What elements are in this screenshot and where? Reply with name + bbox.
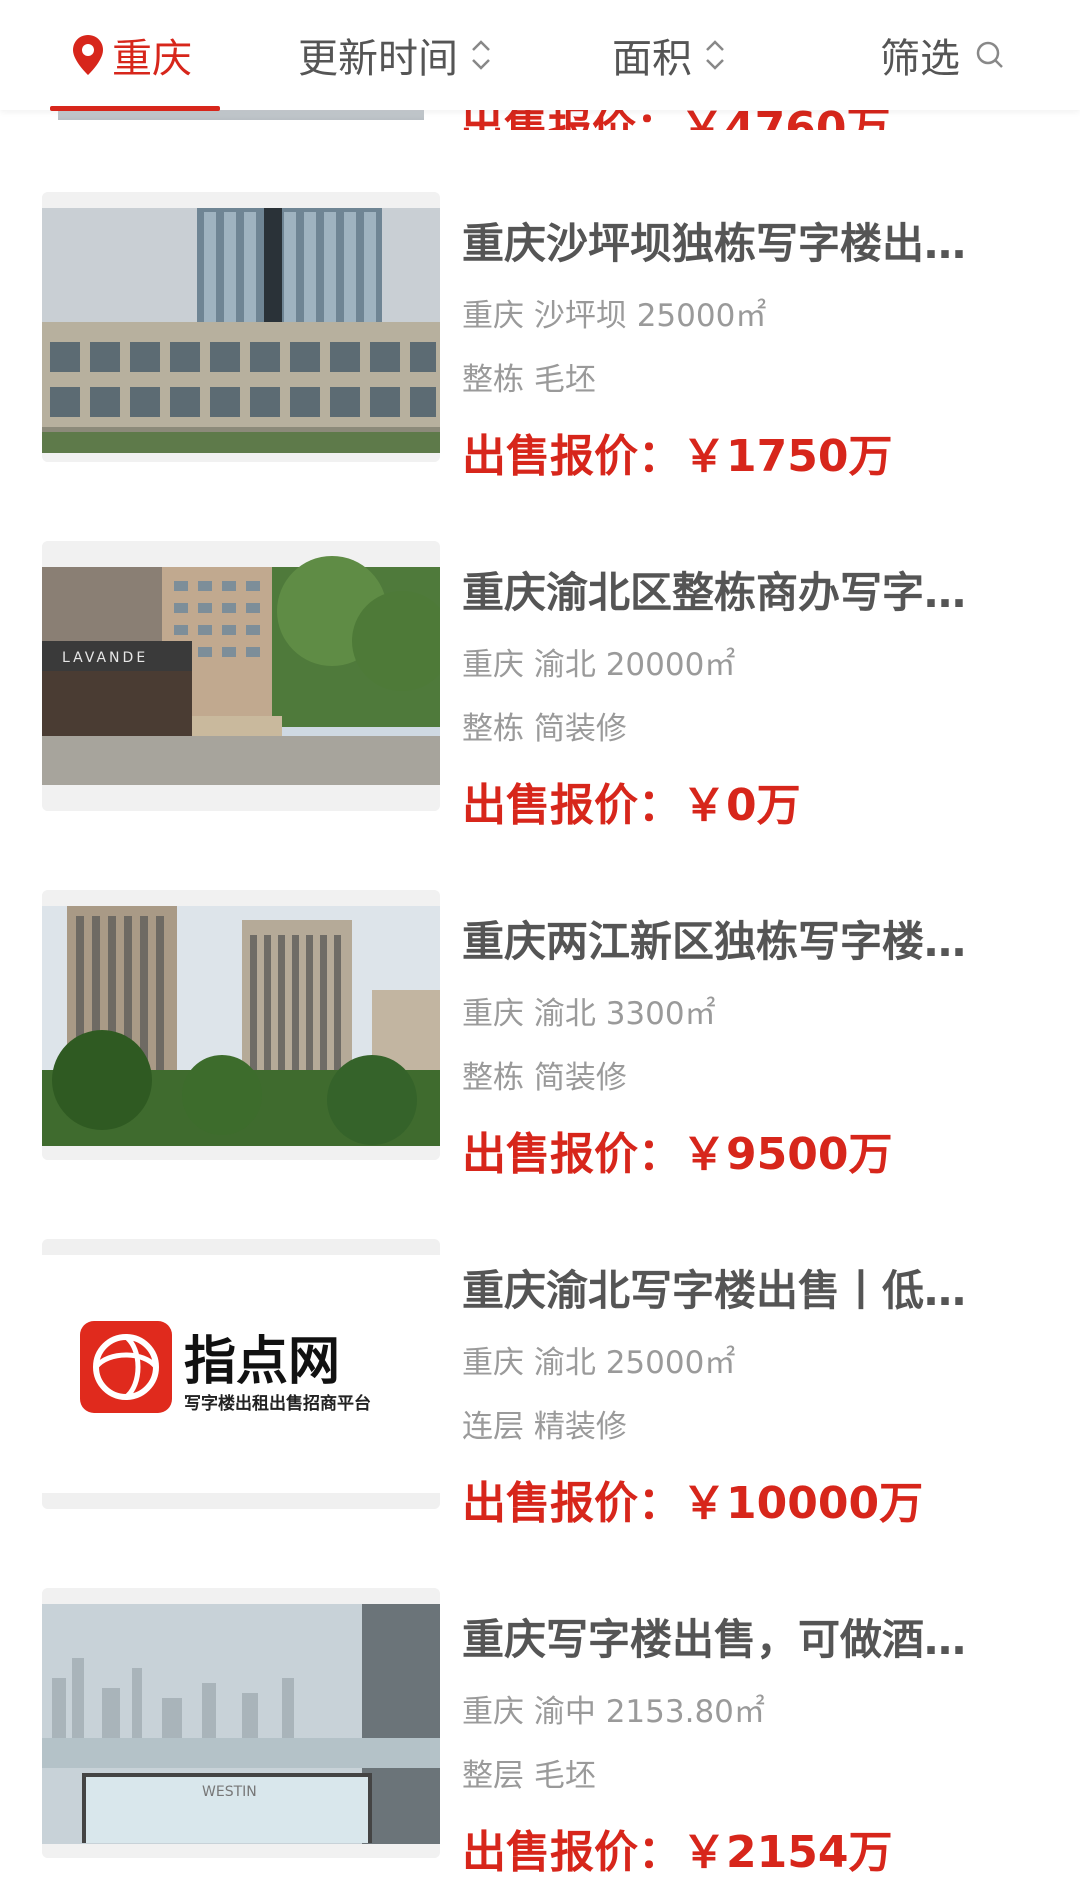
hotel-sign-text: WESTIN: [202, 1784, 257, 1800]
listing-card[interactable]: 重庆沙坪坝独栋写字楼出… 重庆 沙坪坝 25000㎡ 整栋 毛坯 出售报价：￥1…: [0, 192, 1080, 492]
building-photo: LAVANDE: [42, 541, 440, 811]
building-photo: [42, 192, 440, 462]
listing-card[interactable]: 重庆两江新区独栋写字楼… 重庆 渝北 3300㎡ 整栋 简装修 出售报价：￥95…: [0, 890, 1080, 1190]
listing-title[interactable]: 重庆沙坪坝独栋写字楼出…: [462, 210, 1002, 271]
sort-updown-icon: [472, 40, 490, 70]
area-label: 面积: [612, 36, 692, 82]
update-time-sort[interactable]: 更新时间: [298, 0, 492, 110]
listing-title[interactable]: 重庆两江新区独栋写字楼…: [462, 908, 1002, 969]
filter-button[interactable]: 筛选: [880, 0, 1006, 110]
update-time-label: 更新时间: [298, 36, 458, 82]
listing-location: 重庆 渝北 3300㎡: [462, 996, 716, 1032]
listing-type: 连层 精装修: [462, 1409, 627, 1445]
listing-type: 整栋 简装修: [462, 1060, 627, 1096]
listing-price: 出售报价：￥10000万: [462, 1478, 924, 1529]
listing-type: 整层 毛坯: [462, 1758, 596, 1794]
listing-thumbnail[interactable]: [42, 890, 440, 1160]
filter-bar: 重庆 更新时间 面积 筛选: [0, 0, 1080, 111]
listing-location: 重庆 渝中 2153.80㎡: [462, 1694, 765, 1730]
city-label: 重庆: [112, 36, 192, 82]
building-photo: [42, 890, 440, 1160]
listing-thumbnail[interactable]: LAVANDE: [42, 541, 440, 811]
listing-card[interactable]: 指点网 写字楼出租出售招商平台 重庆渝北写字楼出售丨低… 重庆 渝北 25000…: [0, 1239, 1080, 1539]
listing-price: 出售报价：￥0万: [462, 780, 801, 831]
city-view-photo: WESTIN: [42, 1588, 440, 1858]
brand-logo-image: 指点网 写字楼出租出售招商平台: [42, 1239, 440, 1509]
listing-location: 重庆 沙坪坝 25000㎡: [462, 298, 767, 334]
listing-type: 整栋 简装修: [462, 711, 627, 747]
hotel-sign-text: LAVANDE: [62, 650, 148, 666]
area-sort[interactable]: 面积: [612, 0, 726, 110]
active-tab-underline: [50, 106, 220, 111]
listing-price: 出售报价：￥9500万: [462, 1129, 893, 1180]
listing-title[interactable]: 重庆渝北写字楼出售丨低…: [462, 1257, 1002, 1318]
filter-label: 筛选: [880, 36, 960, 82]
listing-type: 整栋 毛坯: [462, 362, 596, 398]
listing-price: 出售报价：￥1750万: [462, 431, 893, 482]
listing-thumbnail[interactable]: [42, 192, 440, 462]
listing-thumbnail[interactable]: WESTIN: [42, 1588, 440, 1858]
city-tab[interactable]: 重庆: [70, 0, 192, 110]
listing-title[interactable]: 重庆写字楼出售，可做酒…: [462, 1606, 1002, 1667]
listing-price: 出售报价：￥2154万: [462, 1827, 893, 1878]
search-icon: [976, 41, 1003, 68]
logo-brand-name: 指点网: [184, 1332, 340, 1392]
listing-card[interactable]: WESTIN 重庆写字楼出售，可做酒… 重庆 渝中 2153.80㎡ 整层 毛坯…: [0, 1588, 1080, 1888]
listing-location: 重庆 渝北 25000㎡: [462, 1345, 736, 1381]
sort-updown-icon: [706, 40, 724, 70]
location-pin-icon: [73, 35, 103, 75]
listing-location: 重庆 渝北 20000㎡: [462, 647, 736, 683]
listing-thumbnail[interactable]: 指点网 写字楼出租出售招商平台: [42, 1239, 440, 1509]
logo-tagline: 写字楼出租出售招商平台: [184, 1393, 371, 1414]
listing-title[interactable]: 重庆渝北区整栋商办写字…: [462, 559, 1002, 620]
listing-card[interactable]: LAVANDE 重庆渝北区整栋商办写字… 重庆 渝北 20000㎡ 整栋 简装修…: [0, 541, 1080, 841]
